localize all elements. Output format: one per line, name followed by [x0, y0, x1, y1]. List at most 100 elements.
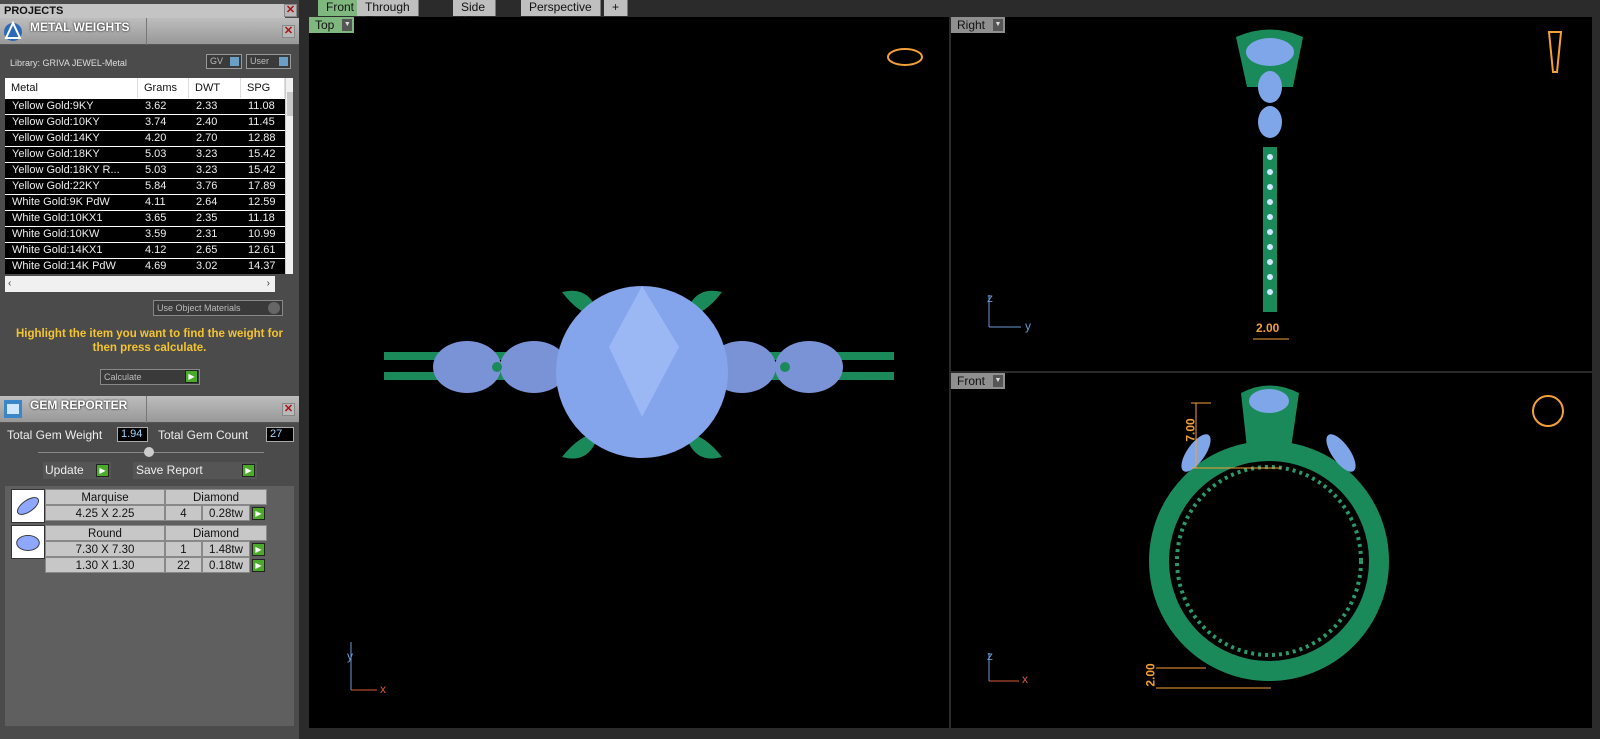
gem-size: 7.30 X 7.30 [45, 541, 165, 557]
gem-select-icon[interactable]: ▶ [252, 543, 265, 556]
user-toggle[interactable]: User [246, 54, 291, 69]
projects-header: PROJECTS [0, 4, 285, 18]
viewport-right[interactable]: Right ▼ 2.00 z y [951, 17, 1592, 371]
gem-select-icon[interactable]: ▶ [252, 559, 265, 572]
update-button[interactable]: Update ▶ [43, 462, 111, 479]
tab-through-finger[interactable]: Through Finger [357, 0, 419, 28]
metal-cell: 11.08 [248, 100, 275, 112]
splitter-handle[interactable] [144, 447, 154, 457]
metal-cell: 4.11 [145, 196, 166, 208]
metal-row[interactable]: White Gold:14K PdW 4.69 3.02 14.37 [5, 259, 285, 274]
metal-row[interactable]: White Gold:9K PdW 4.11 2.64 12.59 [5, 195, 285, 210]
gv-label: GV [210, 56, 224, 66]
axis-z-label: z [987, 649, 993, 663]
calculate-label: Calculate [104, 372, 142, 382]
metal-cell: 3.65 [145, 212, 167, 224]
axis-x-label: x [380, 682, 386, 696]
metal-cell: 3.59 [145, 228, 167, 240]
metal-cell: 3.76 [196, 180, 218, 192]
gem-size: 1.30 X 1.30 [45, 557, 165, 573]
metal-cell: 2.65 [196, 244, 218, 256]
round-thumb [11, 525, 45, 559]
metal-table[interactable]: Metal Grams DWT SPG Yellow Gold:9KY 3.62 2… [5, 78, 293, 274]
gem-count: 22 [165, 557, 202, 573]
metal-weights-icon [4, 20, 22, 41]
metal-row[interactable]: Yellow Gold:18KY 5.03 3.23 15.42 [5, 147, 285, 162]
metal-cell: 2.70 [196, 132, 218, 144]
metal-cell: White Gold:10KX1 [12, 212, 103, 224]
metal-cell: 12.88 [248, 132, 276, 144]
metal-cell: White Gold:10KW [12, 228, 100, 240]
axis-y-label: y [1025, 319, 1031, 333]
metal-cell: 15.42 [248, 148, 276, 160]
save-report-button[interactable]: Save Report ▶ [133, 462, 257, 479]
metal-cell: 11.45 [248, 116, 275, 128]
gem-count: 4 [165, 505, 202, 521]
use-object-materials-button[interactable]: Use Object Materials [153, 300, 283, 316]
update-label: Update [45, 463, 84, 477]
gem-list: Marquise Diamond 4.25 X 2.25 4 0.28tw ▶ … [5, 486, 294, 726]
metal-row[interactable]: Yellow Gold:22KY 5.84 3.76 17.89 [5, 179, 285, 194]
metal-cell: 4.20 [145, 132, 167, 144]
metal-cell: Yellow Gold:9KY [12, 100, 94, 112]
metal-cell: White Gold:14KX1 [12, 244, 103, 256]
close-projects-icon[interactable]: ✕ [284, 4, 297, 17]
col-spg[interactable]: SPG [241, 78, 285, 98]
dim-width: 2.00 [1256, 321, 1280, 335]
gem-weight: 0.18tw [202, 557, 250, 573]
gem-select-icon[interactable]: ▶ [252, 507, 265, 520]
col-metal[interactable]: Metal [5, 78, 138, 98]
table-hscroll[interactable]: ‹ › [5, 276, 275, 292]
metal-cell: White Gold:9K PdW [12, 196, 110, 208]
close-gem-reporter-icon[interactable]: ✕ [282, 403, 295, 416]
metal-row[interactable]: Yellow Gold:14KY 4.20 2.70 12.88 [5, 131, 285, 146]
table-vscroll[interactable] [285, 78, 293, 274]
metal-cell: 2.31 [196, 228, 218, 240]
metal-cell: 3.02 [196, 260, 218, 272]
metal-cell: 12.59 [248, 196, 276, 208]
ring-top-render [350, 48, 923, 691]
metal-row[interactable]: Yellow Gold:9KY 3.62 2.33 11.08 [5, 99, 285, 114]
total-count-value: 27 [266, 427, 294, 442]
viewport-front[interactable]: Front ▼ 7.00 2.00 z x [951, 373, 1592, 728]
metal-cell: 3.23 [196, 164, 218, 176]
metal-cell: White Gold:14K PdW [12, 260, 116, 272]
dim-shank: 2.00 [1143, 663, 1158, 687]
metal-cell: 4.12 [145, 244, 167, 256]
gem-material: Diamond [165, 489, 267, 505]
metal-cell: 5.84 [145, 180, 167, 192]
add-tab-button[interactable]: + [604, 0, 629, 16]
metal-cell: 2.35 [196, 212, 218, 224]
metal-row[interactable]: White Gold:14KX1 4.12 2.65 12.61 [5, 243, 285, 258]
metal-cell: 2.33 [196, 100, 218, 112]
tab-side-view[interactable]: Side View [453, 0, 496, 28]
metal-weights-titlebar: METAL WEIGHTS ✕ [0, 18, 299, 45]
metal-cell: 4.69 [145, 260, 167, 272]
tab-perspective[interactable]: Perspective [521, 0, 601, 16]
save-report-label: Save Report [136, 463, 203, 477]
gem-material: Diamond [165, 525, 267, 541]
marquise-thumb [11, 489, 45, 523]
metal-cell: 17.89 [248, 180, 276, 192]
metal-cell: Yellow Gold:18KY [12, 148, 100, 160]
metal-row[interactable]: White Gold:10KX1 3.65 2.35 11.18 [5, 211, 285, 226]
gv-toggle[interactable]: GV [206, 54, 242, 69]
metal-row[interactable]: Yellow Gold:18KY R... 5.03 3.23 15.42 [5, 163, 285, 178]
metal-cell: 11.18 [248, 212, 275, 224]
axis-x-label: x [1022, 672, 1028, 686]
play-icon: ▶ [185, 370, 198, 383]
use-object-materials-label: Use Object Materials [157, 303, 241, 313]
viewport-top[interactable]: Top ▼ y x [309, 17, 949, 728]
close-metal-weights-icon[interactable]: ✕ [282, 25, 295, 38]
metal-row[interactable]: Yellow Gold:10KY 3.74 2.40 11.45 [5, 115, 285, 130]
metal-cell: 14.37 [248, 260, 276, 272]
dim-height: 7.00 [1183, 418, 1198, 442]
total-count-label: Total Gem Count [158, 428, 249, 442]
col-dwt[interactable]: DWT [189, 78, 241, 98]
total-weight-label: Total Gem Weight [7, 428, 103, 442]
axis-z-label: z [987, 291, 993, 305]
calculate-button[interactable]: Calculate ▶ [100, 369, 200, 385]
metal-cell: 3.23 [196, 148, 218, 160]
metal-row[interactable]: White Gold:10KW 3.59 2.31 10.99 [5, 227, 285, 242]
col-grams[interactable]: Grams [138, 78, 189, 98]
